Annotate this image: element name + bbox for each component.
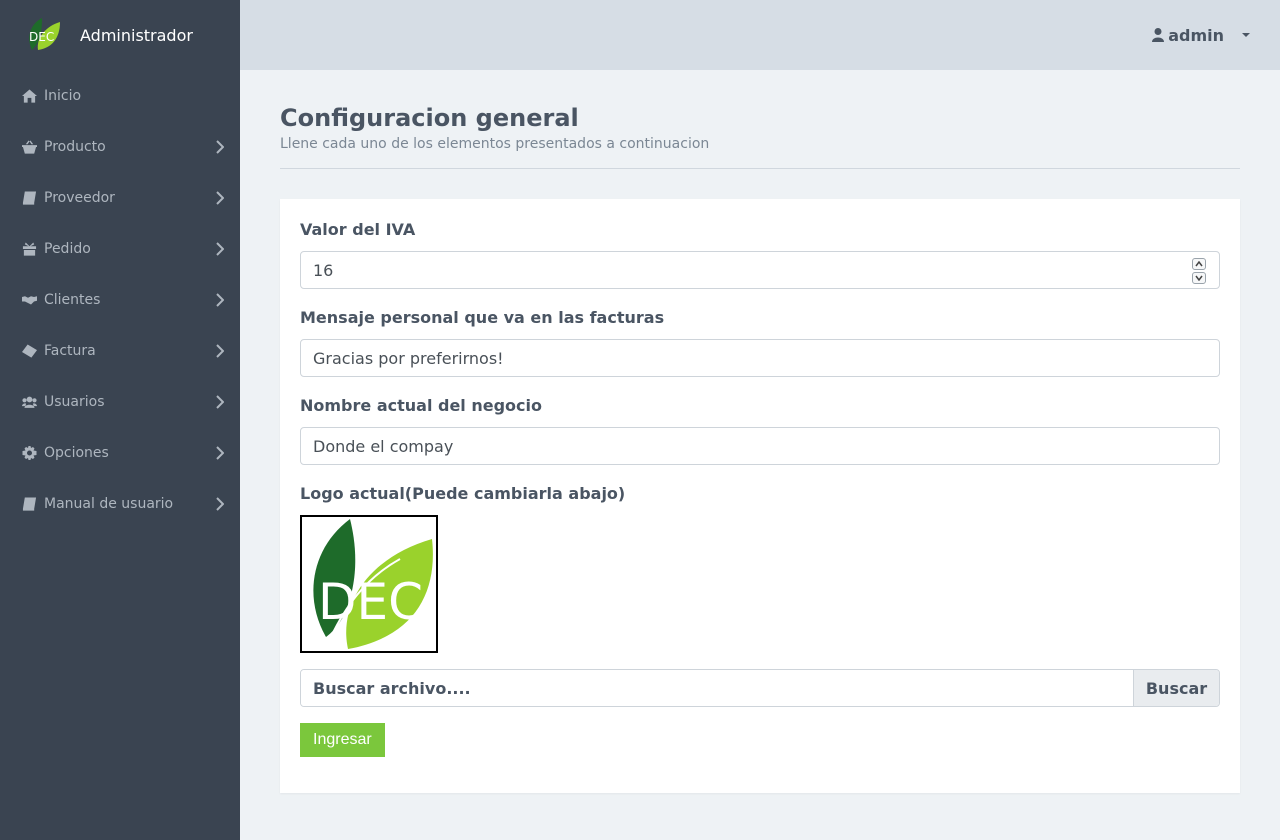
chevron-right-icon [216, 344, 225, 358]
chevron-right-icon [216, 191, 225, 205]
sidebar-item-clientes[interactable]: Clientes [0, 274, 240, 325]
brand-logo: DEC [26, 18, 60, 52]
page-subtitle: Llene cada uno de los elementos presenta… [280, 136, 710, 152]
chevron-right-icon [216, 395, 225, 409]
book-icon [20, 190, 38, 205]
business-name-input[interactable]: Donde el compay [300, 427, 1220, 465]
caret-down-icon [1242, 33, 1250, 37]
user-menu-dropdown[interactable]: admin [1152, 0, 1250, 70]
submit-button[interactable]: Ingresar [300, 723, 385, 757]
sidebar-item-opciones[interactable]: Opciones [0, 427, 240, 478]
svg-text:DEC: DEC [318, 573, 423, 631]
chevron-right-icon [216, 140, 225, 154]
increment-button[interactable] [1192, 258, 1206, 270]
sidebar-item-label: Pedido [44, 240, 91, 257]
user-name: admin [1168, 25, 1224, 45]
iva-value: 16 [313, 260, 334, 280]
sidebar-item-label: Usuarios [44, 393, 105, 410]
book-icon [20, 496, 38, 511]
chevron-right-icon [216, 446, 225, 460]
brand-title: Administrador [80, 25, 193, 45]
brand[interactable]: DEC Administrador [0, 0, 240, 70]
file-input[interactable]: Buscar archivo.... [301, 670, 1133, 706]
chevron-right-icon [216, 293, 225, 307]
basket-icon [20, 139, 38, 154]
sidebar-item-label: Proveedor [44, 189, 115, 206]
sidebar-item-usuarios[interactable]: Usuarios [0, 376, 240, 427]
sidebar-item-label: Inicio [44, 87, 82, 104]
sidebar-item-label: Producto [44, 138, 106, 155]
message-input[interactable]: Gracias por preferirnos! [300, 339, 1220, 377]
divider [280, 168, 1240, 169]
logo-label: Logo actual(Puede cambiarla abajo) [300, 484, 626, 503]
sidebar-item-pedido[interactable]: Pedido [0, 223, 240, 274]
sidebar-item-manual[interactable]: Manual de usuario [0, 478, 240, 529]
sidebar-item-label: Manual de usuario [44, 495, 174, 512]
sidebar-item-factura[interactable]: Factura [0, 325, 240, 376]
iva-group: Valor del IVA 16 [300, 219, 1220, 289]
logo-file-picker[interactable]: Buscar archivo.... Buscar [300, 669, 1220, 707]
iva-number-input[interactable]: 16 [300, 251, 1220, 289]
svg-text:DEC: DEC [29, 30, 54, 44]
sidebar: DEC Administrador Inicio Producto Provee… [0, 0, 240, 840]
chevron-right-icon [216, 242, 225, 256]
sidebar-item-label: Opciones [44, 444, 109, 461]
sidebar-item-proveedor[interactable]: Proveedor [0, 172, 240, 223]
sidebar-item-inicio[interactable]: Inicio [0, 70, 240, 121]
decrement-button[interactable] [1192, 272, 1206, 284]
sidebar-item-producto[interactable]: Producto [0, 121, 240, 172]
message-group: Mensaje personal que va en las facturas … [300, 307, 1220, 377]
gear-icon [20, 445, 38, 460]
home-icon [20, 88, 38, 103]
handshake-icon [20, 293, 38, 307]
browse-button[interactable]: Buscar [1133, 670, 1219, 706]
ticket-icon [20, 343, 38, 358]
current-logo-image: DEC [300, 515, 438, 653]
business-value: Donde el compay [313, 436, 454, 456]
business-label: Nombre actual del negocio [300, 396, 542, 415]
gift-icon [20, 241, 38, 256]
page-title: Configuracion general [280, 104, 579, 132]
user-icon [1152, 28, 1165, 42]
number-spinner [1192, 258, 1206, 284]
message-label: Mensaje personal que va en las facturas [300, 308, 665, 327]
sidebar-nav: Inicio Producto Proveedor Pedido Cliente… [0, 70, 240, 529]
main-content: Configuracion general Llene cada uno de … [280, 70, 1240, 793]
message-value: Gracias por preferirnos! [313, 348, 504, 368]
iva-label: Valor del IVA [300, 220, 416, 239]
chevron-right-icon [216, 497, 225, 511]
topbar: admin [240, 0, 1280, 70]
logo-group: Logo actual(Puede cambiarla abajo) DEC [300, 483, 1220, 653]
settings-form-card: Valor del IVA 16 Mensaje personal que va… [280, 199, 1240, 793]
business-group: Nombre actual del negocio Donde el compa… [300, 395, 1220, 465]
sidebar-item-label: Factura [44, 342, 96, 359]
sidebar-item-label: Clientes [44, 291, 101, 308]
users-icon [20, 395, 38, 409]
